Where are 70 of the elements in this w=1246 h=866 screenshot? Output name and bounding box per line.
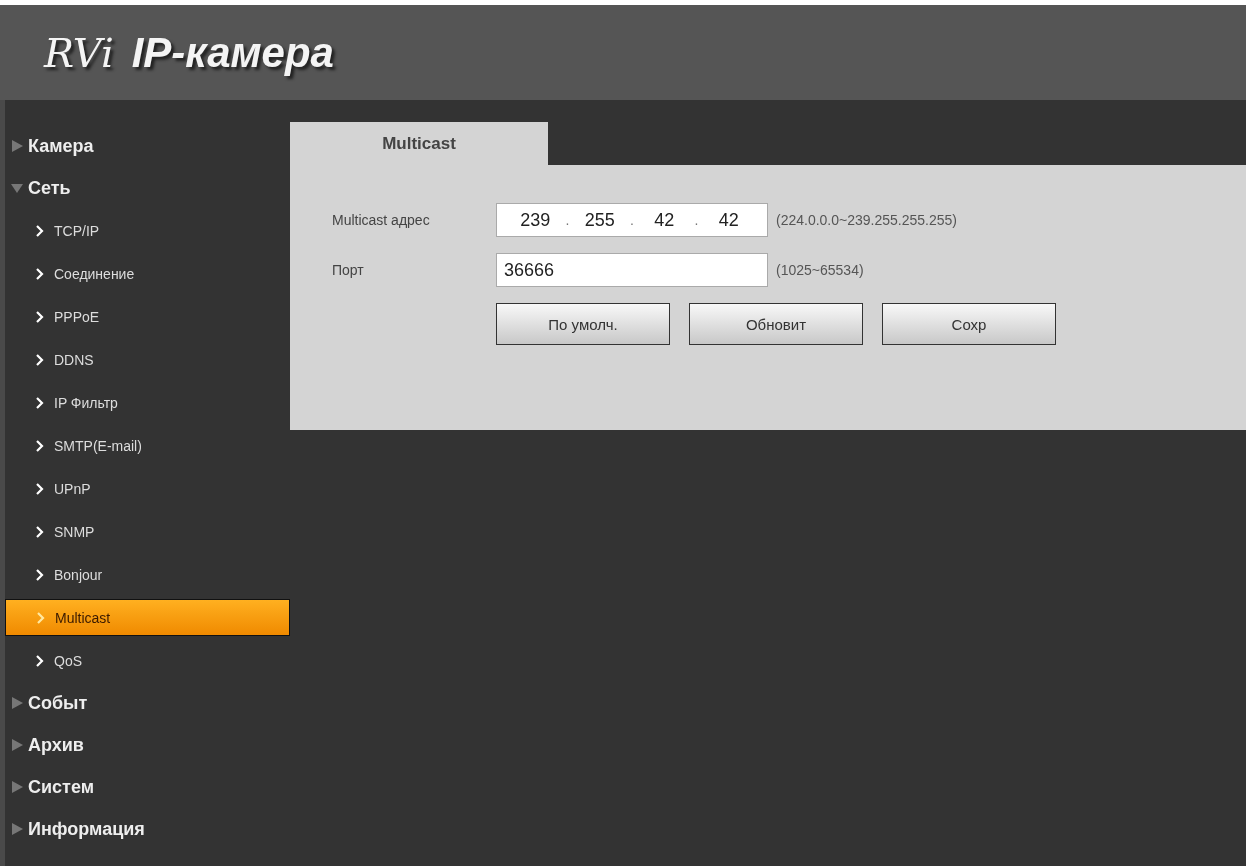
- octet-value: 42: [717, 209, 740, 231]
- submenu-item[interactable]: Multicast: [5, 599, 290, 636]
- menu-label: Информация: [28, 818, 145, 840]
- submenu-item[interactable]: IP Фильтр: [5, 384, 290, 421]
- submenu-item[interactable]: SNMP: [5, 513, 290, 550]
- submenu-label: UPnP: [54, 480, 91, 497]
- submenu-item[interactable]: QoS: [5, 642, 290, 679]
- app-title: IP-камера: [131, 28, 334, 77]
- chevron-right-icon: [35, 525, 44, 538]
- octet-value: 42: [653, 209, 676, 231]
- logo: RVi: [44, 29, 114, 76]
- octet-value: 255: [583, 209, 616, 231]
- submenu-item[interactable]: DDNS: [5, 341, 290, 378]
- caret-down-icon: [10, 181, 24, 195]
- chevron-right-icon: [35, 310, 44, 323]
- chevron-right-icon: [35, 224, 44, 237]
- chevron-right-icon: [35, 267, 44, 280]
- range-hint: (224.0.0.0~239.255.255.255): [776, 212, 957, 228]
- chevron-right-icon: [35, 353, 44, 366]
- caret-right-icon: [10, 780, 24, 794]
- octet-value: 239: [519, 209, 552, 231]
- chevron-right-icon: [35, 568, 44, 581]
- field-label: Multicast адрес: [332, 212, 431, 228]
- field-label: Порт: [332, 262, 365, 278]
- menu-item[interactable]: Камера: [5, 125, 290, 167]
- submenu-label: DDNS: [54, 351, 94, 368]
- menu-label: Камера: [28, 135, 94, 157]
- menu-label: Событ: [28, 692, 88, 714]
- submenu-label: IP Фильтр: [54, 394, 118, 411]
- dot-separator: .: [630, 212, 634, 228]
- tab[interactable]: Multicast: [290, 122, 548, 165]
- menu-label: Сеть: [28, 177, 71, 199]
- range-hint: (1025~65534): [776, 262, 864, 278]
- submenu-label: Bonjour: [54, 566, 103, 583]
- dot-separator: .: [694, 212, 699, 228]
- dot-separator: .: [565, 212, 570, 228]
- chevron-right-icon: [35, 439, 44, 452]
- menu-label: Архив: [28, 734, 84, 756]
- action-button[interactable]: Сохр: [882, 303, 1056, 345]
- submenu-item[interactable]: TCP/IP: [5, 212, 290, 249]
- ip-address-field[interactable]: 239 . 255 . 42 . 42: [496, 203, 768, 237]
- action-button[interactable]: Обновит: [689, 303, 863, 345]
- action-button[interactable]: По умолч.: [496, 303, 670, 345]
- caret-right-icon: [10, 738, 24, 752]
- submenu-label: Multicast: [55, 609, 111, 626]
- submenu-label: SNMP: [54, 523, 95, 540]
- submenu-item[interactable]: PPPoE: [5, 298, 290, 335]
- chevron-right-icon: [35, 654, 44, 667]
- submenu-label: QoS: [54, 652, 82, 669]
- chevron-right-icon: [36, 611, 45, 624]
- submenu-label: TCP/IP: [54, 222, 100, 239]
- chevron-right-icon: [35, 396, 44, 409]
- submenu-item[interactable]: SMTP(E-mail): [5, 427, 290, 464]
- caret-right-icon: [10, 822, 24, 836]
- menu-label: Систем: [28, 776, 94, 798]
- menu-item[interactable]: Сеть: [5, 167, 290, 209]
- caret-right-icon: [10, 139, 24, 153]
- port-field[interactable]: 36666: [496, 253, 768, 287]
- submenu-item[interactable]: Bonjour: [5, 556, 290, 593]
- menu-item[interactable]: Информация: [5, 808, 290, 850]
- chevron-right-icon: [35, 482, 44, 495]
- caret-right-icon: [10, 696, 24, 710]
- submenu-label: PPPoE: [54, 308, 100, 325]
- submenu-item[interactable]: Соединение: [5, 255, 290, 292]
- submenu-label: Соединение: [54, 265, 135, 282]
- menu-item[interactable]: Систем: [5, 766, 290, 808]
- submenu-item[interactable]: UPnP: [5, 470, 290, 507]
- menu-item[interactable]: Архив: [5, 724, 290, 766]
- menu-item[interactable]: Событ: [5, 682, 290, 724]
- submenu-label: SMTP(E-mail): [54, 437, 142, 454]
